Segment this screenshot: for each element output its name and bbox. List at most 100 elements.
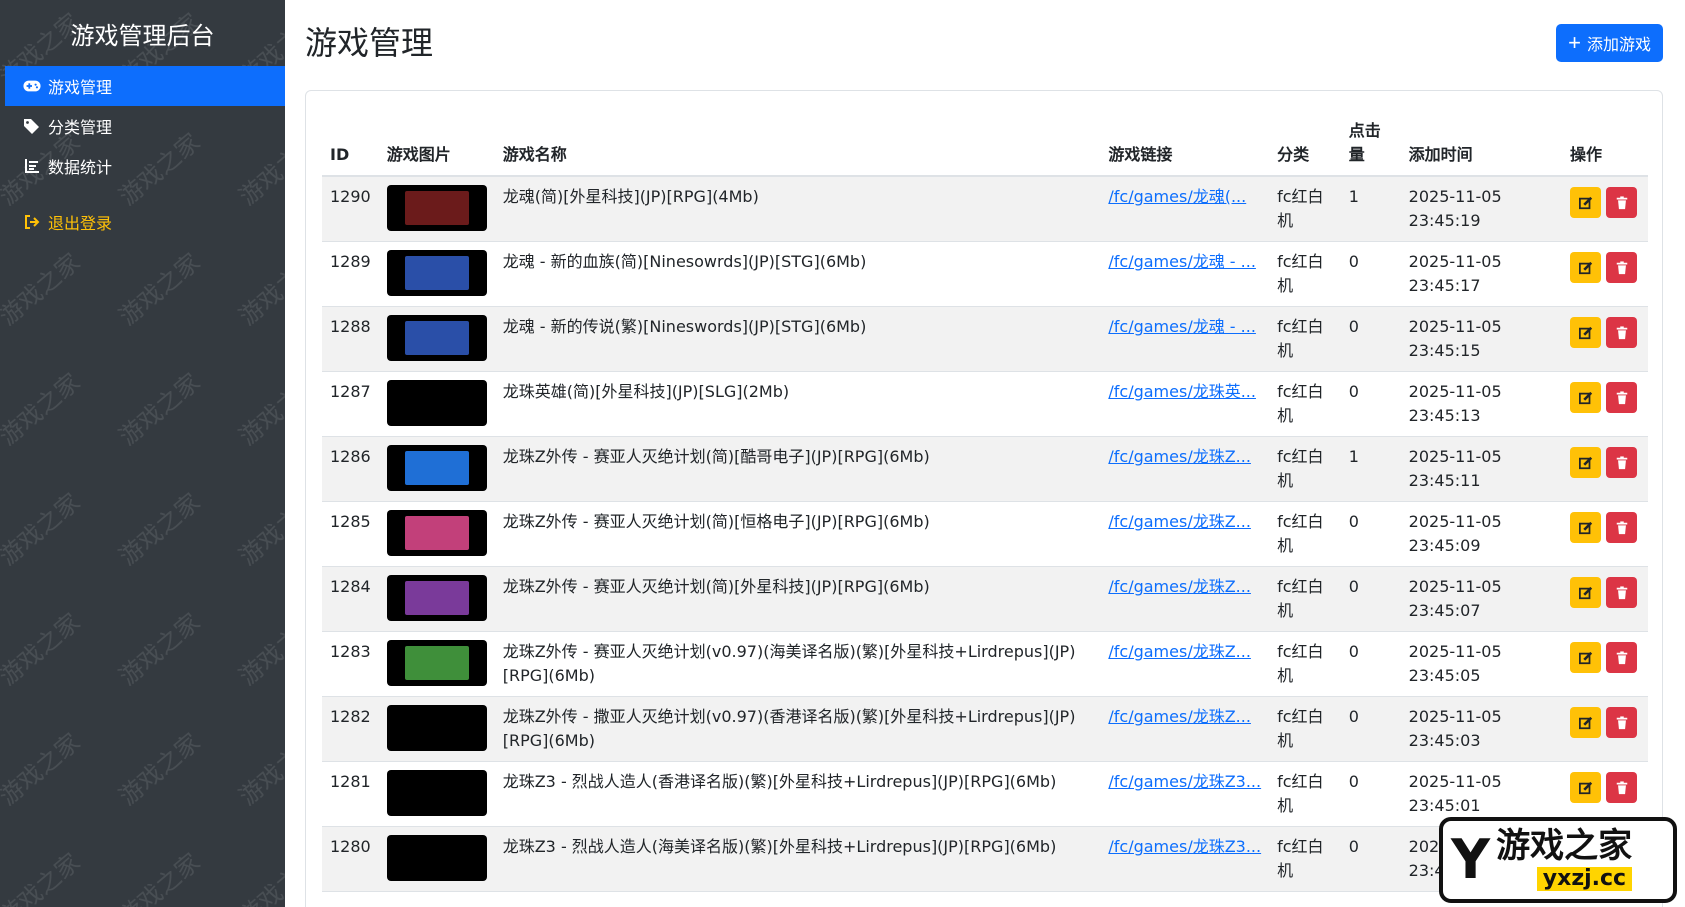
cell-category: fc红白机 — [1269, 241, 1341, 307]
game-link[interactable]: /fc/games/龙珠Z3... — [1108, 772, 1261, 791]
sidebar-item-label: 分类管理 — [48, 118, 113, 137]
cell-actions — [1562, 241, 1648, 307]
logout-link[interactable]: 退出登录 — [0, 202, 285, 242]
cell-id: 1283 — [322, 631, 379, 697]
delete-button[interactable] — [1606, 317, 1637, 348]
tags-icon — [22, 118, 42, 134]
cell-link: /fc/games/龙魂 - ... — [1100, 241, 1270, 307]
game-link[interactable]: /fc/games/龙魂 - ... — [1108, 252, 1256, 271]
game-thumbnail[interactable] — [386, 445, 487, 491]
cell-image — [378, 826, 495, 892]
game-link[interactable]: /fc/games/龙珠Z... — [1108, 512, 1251, 531]
cell-actions — [1562, 631, 1648, 697]
delete-button[interactable] — [1606, 187, 1637, 218]
row-actions — [1570, 250, 1640, 283]
edit-button[interactable] — [1570, 707, 1601, 738]
thumbnail-art — [404, 321, 469, 355]
cell-clicks: 0 — [1340, 306, 1401, 372]
game-link[interactable]: /fc/games/龙珠Z... — [1108, 577, 1251, 596]
cell-image — [378, 696, 495, 762]
sidebar-item-category-management[interactable]: 分类管理 — [0, 106, 285, 146]
col-id: ID — [322, 113, 379, 177]
game-thumbnail[interactable] — [386, 575, 487, 621]
main-content: 游戏管理 + 添加游戏 ID 游戏图片 游戏名称 游戏链接 分类 点击量 添加时… — [285, 0, 1685, 907]
table-header-row: ID 游戏图片 游戏名称 游戏链接 分类 点击量 添加时间 操作 — [322, 113, 1648, 177]
cell-link: /fc/games/龙珠Z... — [1100, 696, 1270, 762]
game-thumbnail[interactable] — [386, 380, 487, 426]
row-actions — [1570, 770, 1640, 803]
cell-actions — [1562, 696, 1648, 762]
edit-button[interactable] — [1570, 772, 1601, 803]
watermark-text: 游戏之家 — [233, 487, 285, 571]
trash-icon — [1616, 780, 1627, 794]
cell-category: fc红白机 — [1269, 371, 1341, 437]
game-link[interactable]: /fc/games/龙魂 - ... — [1108, 317, 1256, 336]
watermark-text: 游戏之家 — [233, 607, 285, 691]
edit-button[interactable] — [1570, 577, 1601, 608]
cell-clicks: 0 — [1340, 696, 1401, 762]
edit-button[interactable] — [1570, 252, 1601, 283]
cell-link: /fc/games/龙珠Z... — [1100, 631, 1270, 697]
add-game-button[interactable]: + 添加游戏 — [1556, 24, 1663, 62]
game-link[interactable]: /fc/games/龙珠Z3... — [1108, 837, 1261, 856]
cell-name: 龙珠Z外传 - 撒亚人灭绝计划(v0.97)(香港译名版)(繁)[外星科技+Li… — [494, 696, 1101, 762]
trash-icon — [1616, 715, 1627, 729]
cell-clicks: 0 — [1340, 501, 1401, 567]
sidebar-item-label: 游戏管理 — [48, 78, 113, 97]
cell-id: 1280 — [322, 826, 379, 892]
cell-clicks: 1 — [1340, 176, 1401, 242]
site-logo-mark: Y — [1451, 828, 1491, 891]
game-thumbnail[interactable] — [386, 640, 487, 686]
thumbnail-art — [404, 191, 469, 225]
delete-button[interactable] — [1606, 577, 1637, 608]
cell-clicks: 0 — [1340, 761, 1401, 827]
cell-name: 龙魂 - 新的传说(繁)[Nineswords](JP)[STG](6Mb) — [494, 306, 1101, 372]
cell-name: 龙珠Z外传 - 赛亚人灭绝计划(简)[外星科技](JP)[RPG](6Mb) — [494, 566, 1101, 632]
delete-button[interactable] — [1606, 642, 1637, 673]
delete-button[interactable] — [1606, 772, 1637, 803]
edit-icon — [1578, 716, 1592, 729]
edit-button[interactable] — [1570, 512, 1601, 543]
sidebar-item-data-statistics[interactable]: 数据统计 — [0, 146, 285, 186]
delete-button[interactable] — [1606, 512, 1637, 543]
cell-category: fc红白机 — [1269, 176, 1341, 242]
delete-button[interactable] — [1606, 382, 1637, 413]
game-thumbnail[interactable] — [386, 835, 487, 881]
delete-button[interactable] — [1606, 252, 1637, 283]
cell-id: 1284 — [322, 566, 379, 632]
edit-button[interactable] — [1570, 642, 1601, 673]
edit-button[interactable] — [1570, 317, 1601, 348]
game-thumbnail[interactable] — [386, 770, 487, 816]
game-link[interactable]: /fc/games/龙珠Z... — [1108, 447, 1251, 466]
delete-button[interactable] — [1606, 447, 1637, 478]
cell-id: 1288 — [322, 306, 379, 372]
delete-button[interactable] — [1606, 707, 1637, 738]
cell-category: fc红白机 — [1269, 566, 1341, 632]
cell-link: /fc/games/龙珠Z... — [1100, 436, 1270, 502]
cell-id: 1286 — [322, 436, 379, 502]
game-thumbnail[interactable] — [386, 510, 487, 556]
game-thumbnail[interactable] — [386, 315, 487, 361]
cell-clicks: 0 — [1340, 371, 1401, 437]
thumbnail-art — [404, 646, 469, 680]
game-link[interactable]: /fc/games/龙珠Z... — [1108, 707, 1251, 726]
edit-button[interactable] — [1570, 447, 1601, 478]
cell-id: 1290 — [322, 176, 379, 242]
game-link[interactable]: /fc/games/龙魂(... — [1108, 187, 1246, 206]
row-actions — [1570, 705, 1640, 738]
row-actions — [1570, 445, 1640, 478]
table-row: 1283 龙珠Z外传 - 赛亚人灭绝计划(v0.97)(海美译名版)(繁)[外星… — [322, 631, 1648, 697]
trash-icon — [1616, 585, 1627, 599]
edit-icon — [1578, 326, 1592, 339]
game-thumbnail[interactable] — [386, 185, 487, 231]
game-link[interactable]: /fc/games/龙珠英... — [1108, 382, 1256, 401]
cell-category: fc红白机 — [1269, 306, 1341, 372]
game-thumbnail[interactable] — [386, 705, 487, 751]
sidebar-item-game-management[interactable]: 游戏管理 — [5, 66, 285, 106]
game-link[interactable]: /fc/games/龙珠Z... — [1108, 642, 1251, 661]
thumbnail-art — [404, 581, 469, 615]
edit-button[interactable] — [1570, 382, 1601, 413]
game-thumbnail[interactable] — [386, 250, 487, 296]
edit-button[interactable] — [1570, 187, 1601, 218]
row-actions — [1570, 315, 1640, 348]
